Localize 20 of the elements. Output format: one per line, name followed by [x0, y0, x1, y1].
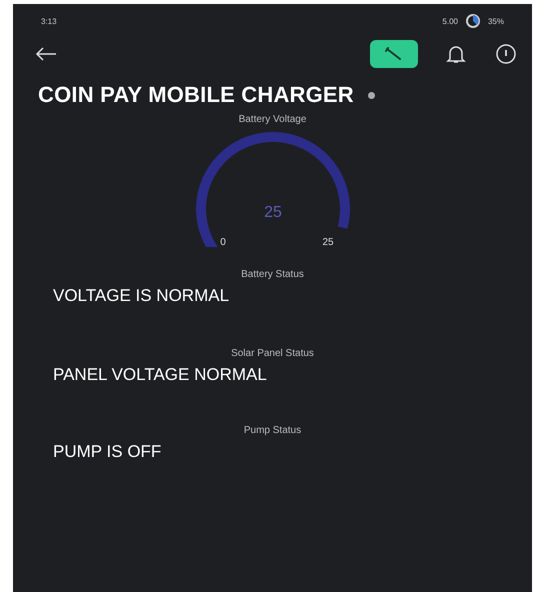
status-time: 3:13 — [41, 16, 57, 26]
gauge-value: 25 — [264, 204, 282, 221]
status-label: Solar Panel Status — [230, 348, 315, 359]
status-value: VOLTAGE IS NORMAL — [53, 286, 230, 306]
gauge-max: 25 — [322, 237, 334, 247]
gauge-min: 0 — [220, 237, 226, 247]
status-value: PUMP IS OFF — [53, 442, 162, 462]
status-value: PANEL VOLTAGE NORMAL — [53, 365, 268, 385]
battery-icon — [466, 14, 480, 28]
wrench-icon — [384, 46, 404, 62]
gauge-label: Battery Voltage — [238, 114, 308, 125]
wrench-button[interactable] — [370, 40, 418, 68]
app-title: COIN PAY MOBILE CHARGER — [38, 82, 354, 108]
status-dot — [368, 92, 375, 98]
status-label: Battery Status — [240, 269, 305, 280]
status-label: Pump Status — [242, 425, 302, 436]
back-arrow-icon[interactable] — [35, 47, 57, 61]
network-speed: 5.00 — [442, 16, 458, 26]
battery-percent: 35% — [488, 16, 504, 26]
info-icon[interactable] — [494, 42, 518, 66]
